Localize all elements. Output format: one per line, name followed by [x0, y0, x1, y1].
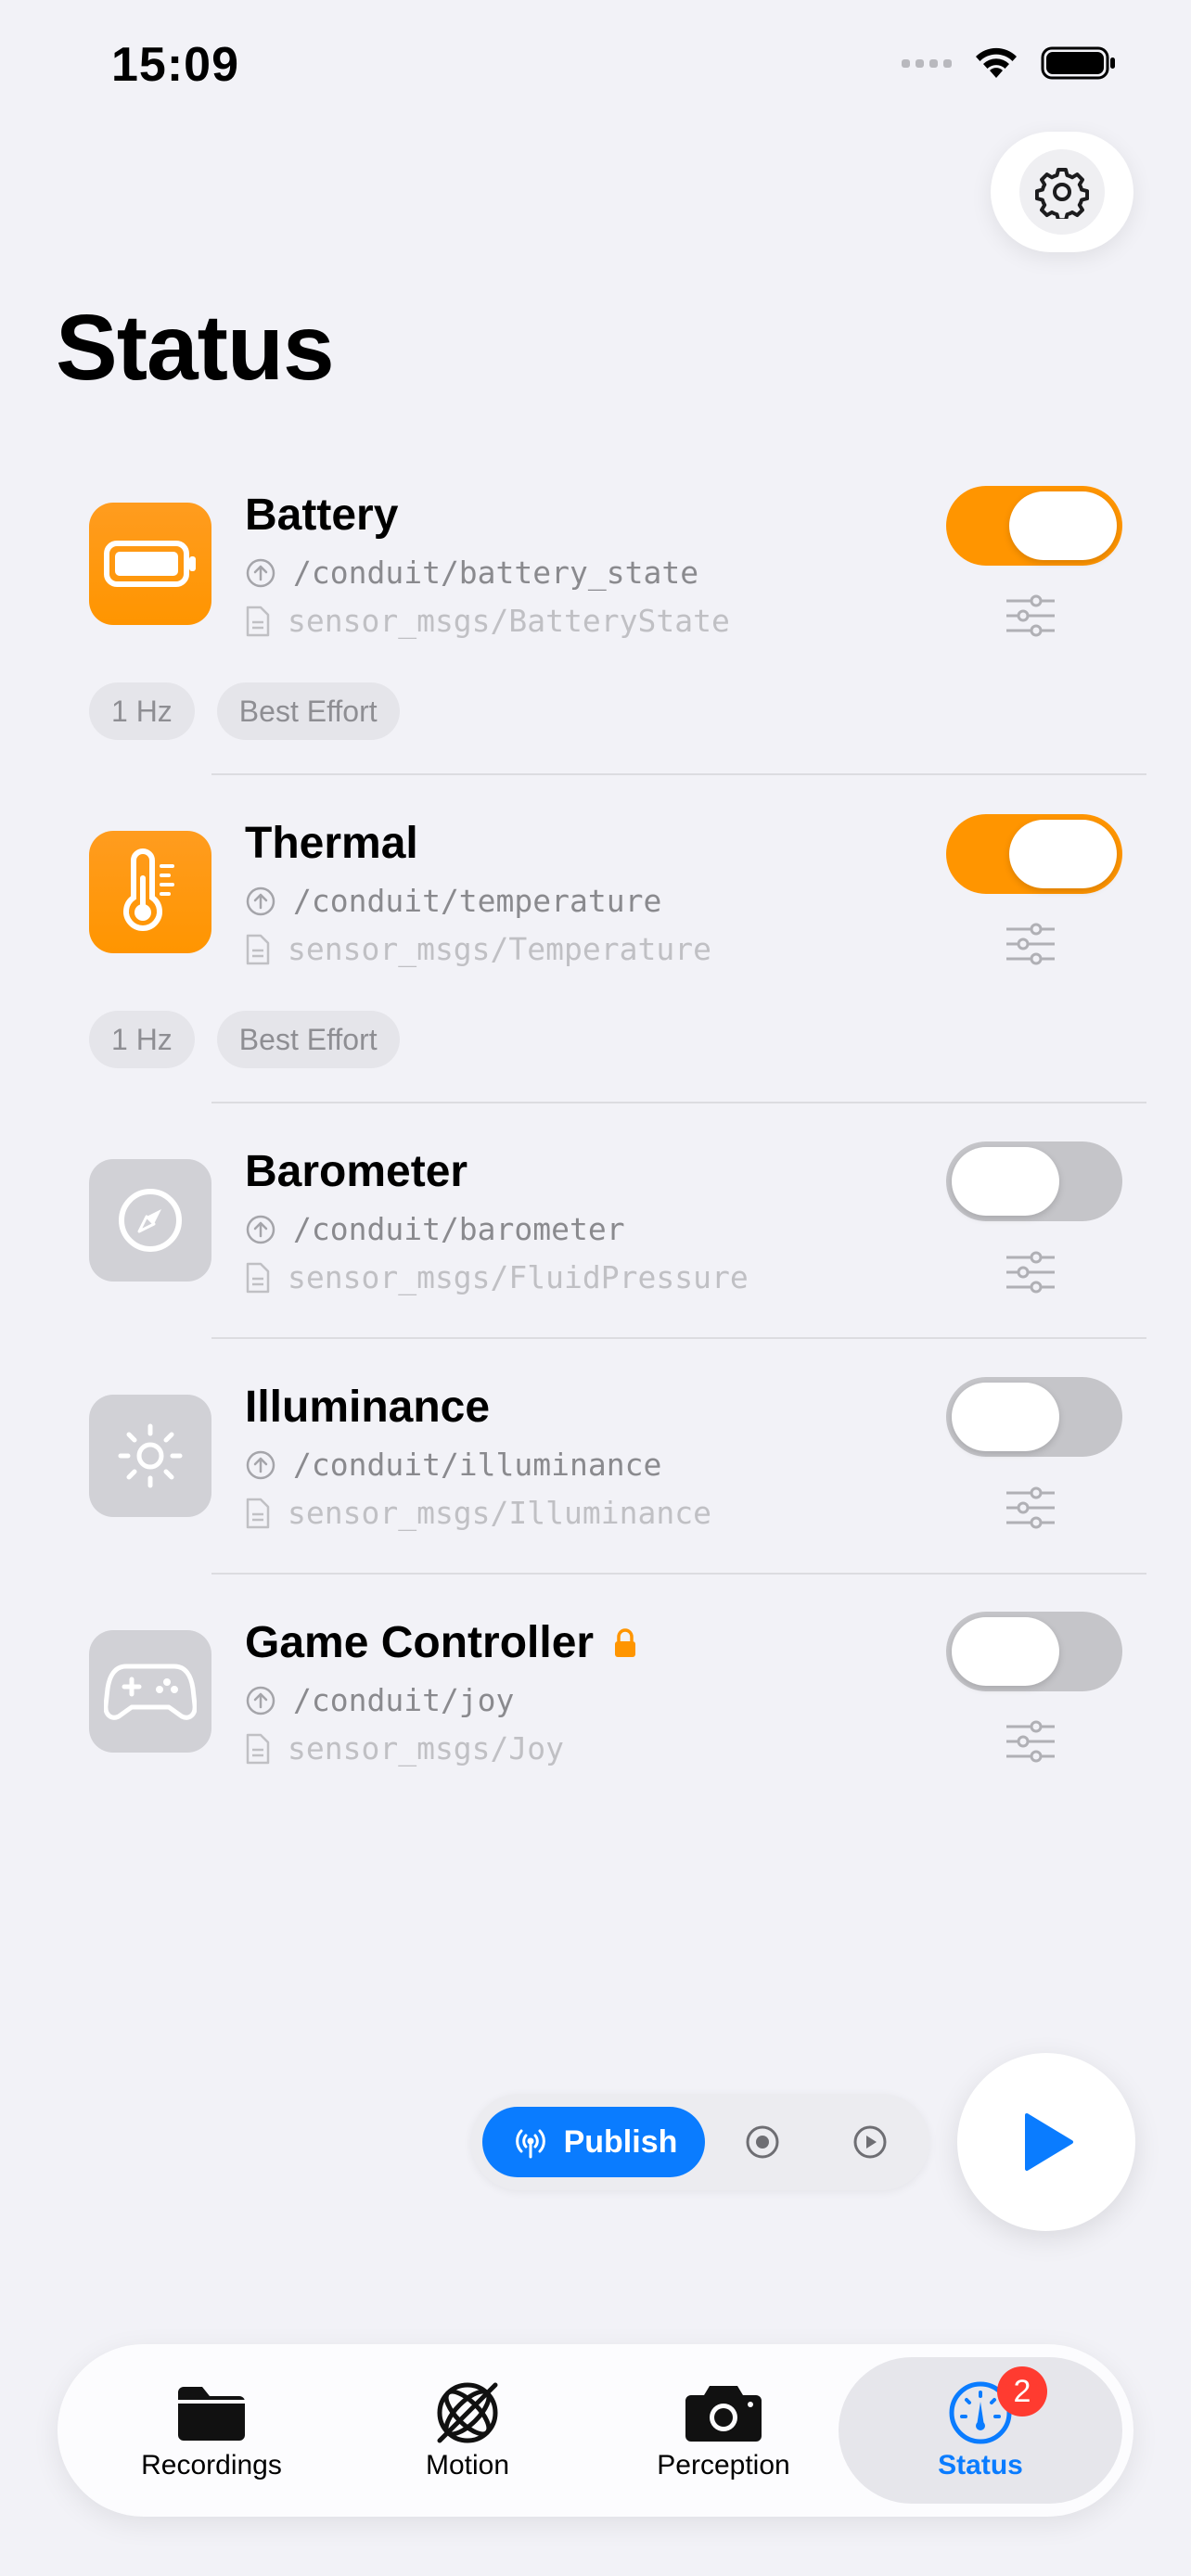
upload-circle-icon — [246, 1215, 275, 1243]
sensor-chips: 1 Hz Best Effort — [89, 682, 400, 740]
sensor-name: Barometer — [245, 1147, 468, 1196]
tab-recordings[interactable]: Recordings — [82, 2344, 341, 2517]
page-title: Status — [56, 296, 335, 400]
qos-chip: Best Effort — [216, 1011, 400, 1068]
playback-mode-button[interactable] — [850, 2122, 890, 2162]
toggle-knob — [1009, 491, 1117, 560]
battery-status-icon — [1041, 46, 1115, 80]
tab-bar: Recordings Motion Perception 2 Status — [58, 2344, 1133, 2517]
sensor-toggle-thermal[interactable] — [946, 814, 1122, 894]
divider — [211, 1337, 1146, 1339]
gamepad-icon — [104, 1664, 197, 1720]
toggle-knob — [952, 1617, 1059, 1686]
toggle-knob — [952, 1383, 1059, 1451]
sensor-topic: /conduit/barometer — [245, 1211, 625, 1247]
sensor-msg-type: sensor_msgs/Joy — [245, 1730, 564, 1766]
divider — [211, 1573, 1146, 1575]
sensor-topic: /conduit/temperature — [245, 883, 661, 919]
divider — [211, 1102, 1146, 1103]
toggle-knob — [1009, 820, 1117, 888]
sensor-msg-type: sensor_msgs/BatteryState — [245, 603, 730, 639]
qos-chip: Best Effort — [216, 682, 400, 740]
sensor-toggle-barometer[interactable] — [946, 1141, 1122, 1221]
sensor-icon-tile — [89, 1395, 211, 1517]
rate-chip: 1 Hz — [89, 1011, 195, 1068]
sensor-name: Battery — [245, 491, 399, 540]
sensor-msg-type: sensor_msgs/FluidPressure — [245, 1259, 749, 1295]
broadcast-icon — [515, 2129, 545, 2159]
camera-icon — [685, 2386, 762, 2442]
play-button[interactable] — [957, 2053, 1135, 2231]
status-icons — [902, 45, 1117, 82]
sliders-icon[interactable] — [1005, 1719, 1057, 1764]
play-circle-icon — [853, 2125, 887, 2159]
document-icon — [246, 1733, 270, 1764]
document-icon — [246, 1262, 270, 1293]
sensor-chips: 1 Hz Best Effort — [89, 1011, 400, 1068]
publish-mode-button[interactable]: Publish — [482, 2107, 705, 2177]
document-icon — [246, 934, 270, 964]
divider — [211, 773, 1146, 775]
toggle-knob — [952, 1147, 1059, 1216]
sensor-icon-tile — [89, 831, 211, 953]
sensor-msg-type: sensor_msgs/Temperature — [245, 931, 711, 967]
upload-circle-icon — [246, 558, 275, 587]
upload-circle-icon — [246, 1450, 275, 1479]
cellular-signal-icon — [902, 58, 952, 68]
sensor-toggle-game-controller[interactable] — [946, 1612, 1122, 1691]
tab-motion[interactable]: Motion — [338, 2344, 597, 2517]
sensor-name: Thermal — [245, 819, 418, 868]
sensor-icon-tile — [89, 1159, 211, 1282]
sliders-icon[interactable] — [1005, 922, 1057, 966]
sensor-msg-type: sensor_msgs/Illuminance — [245, 1495, 711, 1531]
sun-icon — [118, 1423, 183, 1488]
status-time: 15:09 — [111, 38, 239, 92]
upload-circle-icon — [246, 1686, 275, 1715]
gyroscope-icon — [437, 2382, 498, 2443]
upload-circle-icon — [246, 886, 275, 915]
tab-status[interactable]: 2 Status — [839, 2357, 1122, 2504]
sensor-icon-tile — [89, 503, 211, 625]
publish-label: Publish — [563, 2123, 678, 2160]
gear-icon — [1035, 168, 1089, 219]
sensor-name: Game Controller — [245, 1617, 638, 1668]
sensor-toggle-illuminance[interactable] — [946, 1377, 1122, 1457]
record-icon — [746, 2125, 779, 2159]
lock-icon — [615, 1627, 636, 1657]
folder-icon — [178, 2387, 245, 2441]
sensor-topic: /conduit/joy — [245, 1682, 514, 1718]
sensor-name: Illuminance — [245, 1383, 491, 1432]
record-mode-button[interactable] — [742, 2122, 783, 2162]
sliders-icon[interactable] — [1005, 1486, 1057, 1530]
tab-perception[interactable]: Perception — [594, 2344, 853, 2517]
sensor-topic: /conduit/illuminance — [245, 1447, 661, 1483]
sliders-icon[interactable] — [1005, 1250, 1057, 1294]
mode-segmented-control: Publish — [471, 2094, 929, 2190]
battery-icon — [104, 541, 196, 587]
document-icon — [246, 606, 270, 636]
sensor-topic: /conduit/battery_state — [245, 555, 698, 591]
rate-chip: 1 Hz — [89, 682, 195, 740]
notification-badge: 2 — [997, 2366, 1047, 2417]
play-icon — [1025, 2113, 1073, 2171]
sliders-icon[interactable] — [1005, 593, 1057, 638]
document-icon — [246, 1498, 270, 1528]
thermometer-icon — [123, 848, 174, 931]
gauge-icon — [119, 1189, 182, 1252]
sensor-icon-tile — [89, 1630, 211, 1753]
wifi-icon — [976, 47, 1017, 78]
settings-button[interactable] — [991, 132, 1133, 252]
sensor-toggle-battery[interactable] — [946, 486, 1122, 566]
